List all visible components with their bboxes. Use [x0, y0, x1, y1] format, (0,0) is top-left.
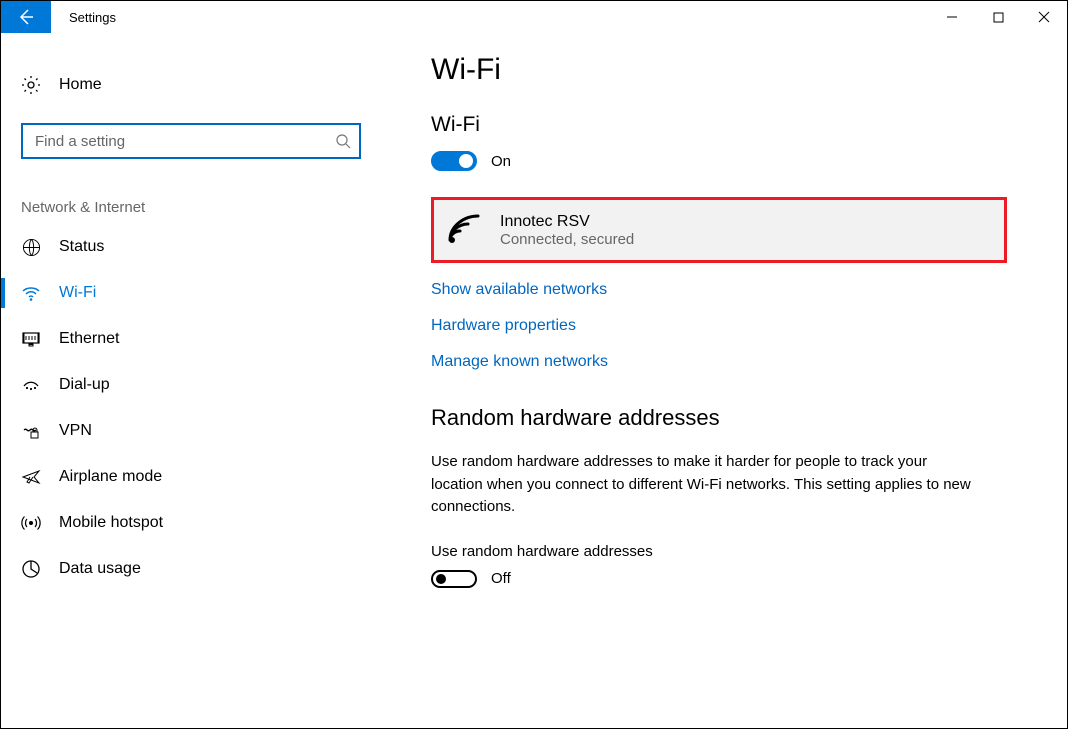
search-input[interactable]	[33, 132, 335, 151]
random-addresses-toggle[interactable]	[431, 570, 477, 588]
sidebar-item-status[interactable]: Status	[1, 224, 381, 270]
wifi-toggle[interactable]	[431, 151, 477, 171]
sidebar: Home Network & Internet Status Wi-Fi	[1, 33, 381, 728]
link-hardware-properties[interactable]: Hardware properties	[431, 317, 1007, 335]
sidebar-item-label: Airplane mode	[59, 468, 162, 486]
random-addresses-toggle-state: Off	[491, 570, 511, 587]
vpn-icon	[21, 421, 41, 441]
sidebar-home[interactable]: Home	[1, 65, 381, 105]
content-pane: Wi-Fi Wi-Fi On Innotec RSV Connected, se…	[381, 33, 1067, 728]
close-button[interactable]	[1021, 1, 1067, 33]
dialup-icon	[21, 375, 41, 395]
minimize-button[interactable]	[929, 1, 975, 33]
wifi-signal-icon	[446, 212, 482, 248]
sidebar-item-label: Wi-Fi	[59, 284, 96, 302]
globe-icon	[21, 237, 41, 257]
sidebar-item-hotspot[interactable]: Mobile hotspot	[1, 500, 381, 546]
close-icon	[1038, 11, 1050, 23]
sidebar-item-ethernet[interactable]: Ethernet	[1, 316, 381, 362]
sidebar-item-wifi[interactable]: Wi-Fi	[1, 270, 381, 316]
random-addresses-description: Use random hardware addresses to make it…	[431, 451, 971, 519]
sidebar-item-dialup[interactable]: Dial-up	[1, 362, 381, 408]
window-title: Settings	[51, 1, 929, 33]
link-manage-known[interactable]: Manage known networks	[431, 353, 1007, 371]
window-controls	[929, 1, 1067, 33]
search-box[interactable]	[21, 123, 361, 159]
network-status: Connected, secured	[500, 231, 634, 248]
sidebar-item-vpn[interactable]: VPN	[1, 408, 381, 454]
link-show-available[interactable]: Show available networks	[431, 281, 1007, 299]
network-name: Innotec RSV	[500, 213, 634, 231]
minimize-icon	[946, 11, 958, 23]
random-addresses-heading: Random hardware addresses	[431, 405, 1007, 431]
sidebar-item-label: VPN	[59, 422, 92, 440]
wifi-toggle-state: On	[491, 153, 511, 170]
sidebar-item-label: Data usage	[59, 560, 141, 578]
back-button[interactable]	[1, 1, 51, 33]
sidebar-item-datausage[interactable]: Data usage	[1, 546, 381, 592]
airplane-icon	[21, 467, 41, 487]
ethernet-icon	[21, 329, 41, 349]
random-addresses-toggle-label: Use random hardware addresses	[431, 543, 1007, 560]
connected-network[interactable]: Innotec RSV Connected, secured	[431, 197, 1007, 263]
arrow-left-icon	[16, 7, 36, 27]
maximize-button[interactable]	[975, 1, 1021, 33]
sidebar-home-label: Home	[59, 76, 102, 94]
wifi-section-label: Wi-Fi	[431, 113, 1007, 137]
wifi-icon	[21, 283, 41, 303]
sidebar-item-airplane[interactable]: Airplane mode	[1, 454, 381, 500]
title-bar: Settings	[1, 1, 1067, 33]
gear-icon	[21, 75, 41, 95]
search-icon	[335, 133, 351, 149]
maximize-icon	[993, 12, 1004, 23]
sidebar-item-label: Mobile hotspot	[59, 514, 163, 532]
hotspot-icon	[21, 513, 41, 533]
sidebar-item-label: Ethernet	[59, 330, 119, 348]
sidebar-category: Network & Internet	[1, 159, 381, 224]
data-usage-icon	[21, 559, 41, 579]
sidebar-item-label: Dial-up	[59, 376, 110, 394]
sidebar-item-label: Status	[59, 238, 104, 256]
page-title: Wi-Fi	[431, 53, 1007, 87]
